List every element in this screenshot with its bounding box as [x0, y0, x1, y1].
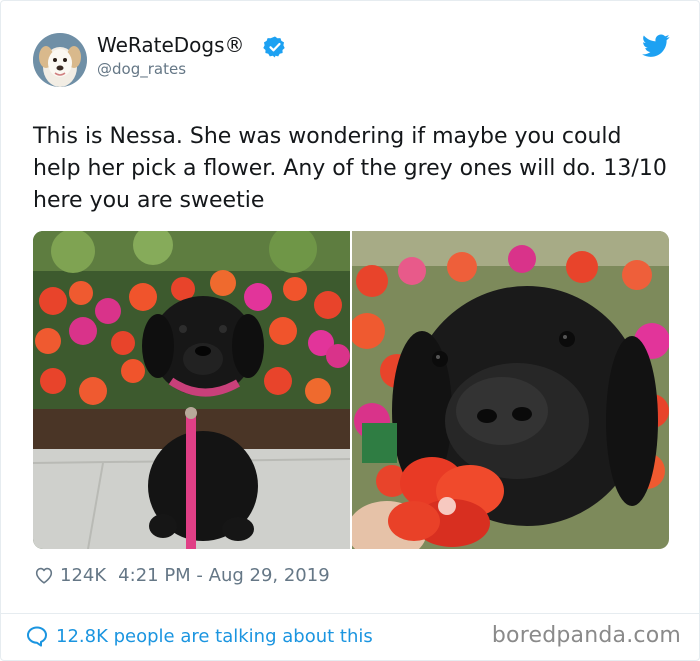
user-handle[interactable]: @dog_rates — [97, 59, 186, 79]
watermark: boredpanda.com — [491, 623, 681, 648]
tweet-card: WeRateDogs® @dog_rates This is Nessa. Sh… — [0, 0, 700, 661]
avatar[interactable] — [33, 33, 87, 87]
puppy-closeup-photo[interactable] — [352, 231, 669, 549]
verified-badge-icon — [263, 36, 285, 58]
tweet-media[interactable] — [33, 231, 669, 549]
tweet-timestamp[interactable]: 4:21 PM - Aug 29, 2019 — [118, 565, 330, 586]
puppy-sitting-photo[interactable] — [33, 231, 350, 549]
tweet-text: This is Nessa. She was wondering if mayb… — [33, 124, 667, 213]
like-count[interactable]: 124K — [60, 565, 106, 586]
speech-bubble-icon — [27, 626, 47, 647]
tweet-meta: 124K 4:21 PM - Aug 29, 2019 — [33, 561, 330, 589]
talking-text[interactable]: 12.8K people are talking about this — [56, 626, 373, 647]
footer-divider — [1, 613, 700, 614]
conversation-link[interactable]: 12.8K people are talking about this — [25, 624, 373, 648]
heart-icon[interactable] — [33, 564, 55, 586]
display-name[interactable]: WeRateDogs® — [97, 31, 245, 59]
dog-avatar-icon — [33, 33, 87, 87]
twitter-bird-icon[interactable] — [642, 34, 670, 58]
